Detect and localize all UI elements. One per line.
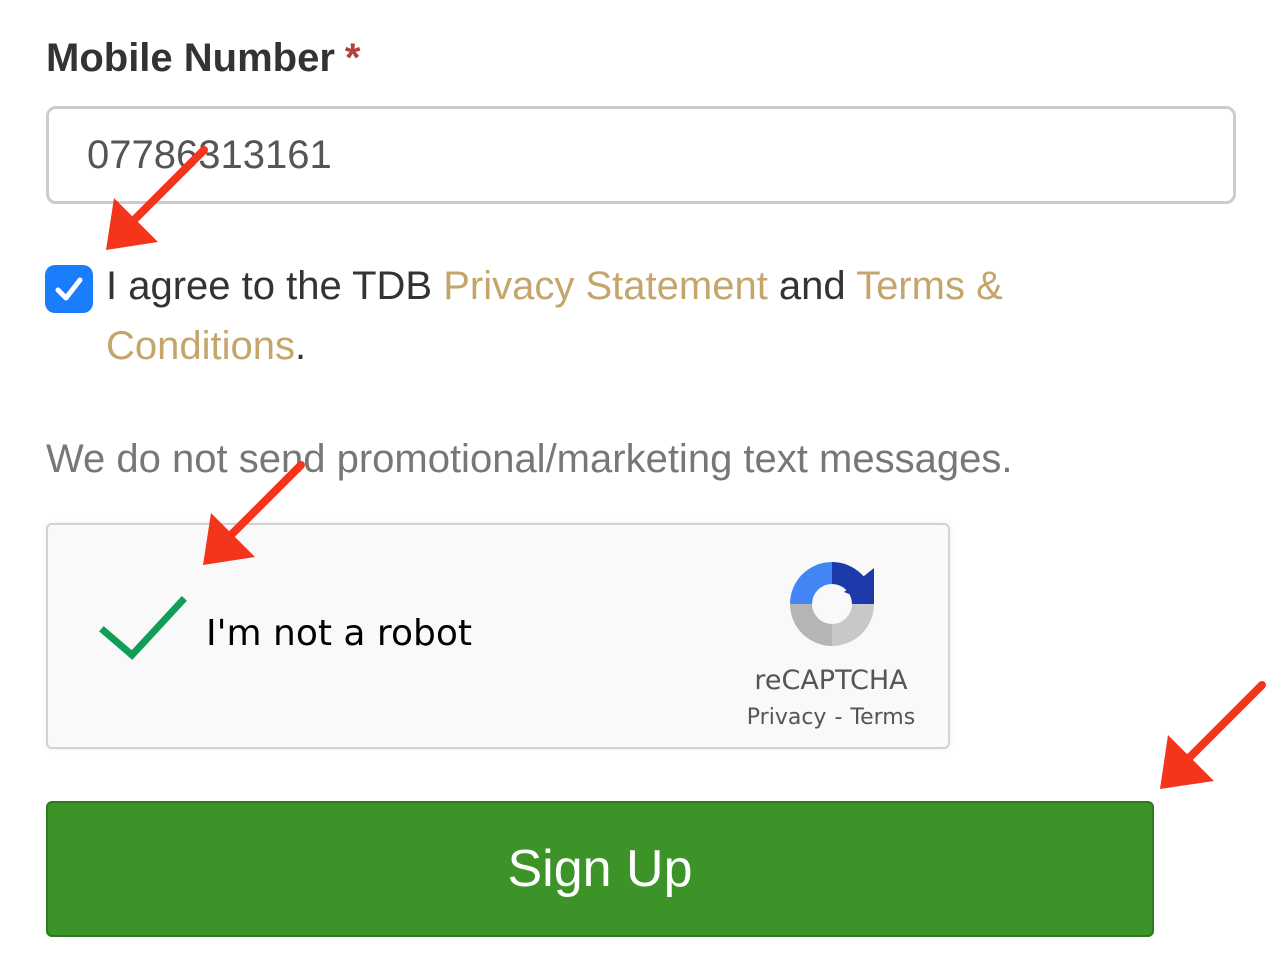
privacy-statement-link[interactable]: Privacy Statement	[443, 264, 768, 308]
red-arrow-icon	[1160, 681, 1266, 789]
recaptcha-widget: I'm not a robot reCAPTCHA Privacy - Terms	[46, 523, 950, 749]
recaptcha-privacy-link[interactable]: Privacy	[747, 705, 827, 730]
recaptcha-label: I'm not a robot	[206, 613, 472, 654]
mobile-number-label-text: Mobile Number	[46, 36, 335, 80]
recaptcha-links: Privacy - Terms	[708, 705, 954, 730]
green-checkmark-icon[interactable]	[98, 593, 188, 663]
required-asterisk: *	[344, 36, 361, 80]
sign-up-label: Sign Up	[507, 840, 693, 898]
agree-middle: and	[767, 264, 857, 308]
agree-text: I agree to the TDB Privacy Statement and…	[106, 256, 1106, 376]
marketing-note: We do not send promotional/marketing tex…	[46, 437, 1013, 481]
sign-up-button[interactable]: Sign Up	[46, 801, 1154, 937]
recaptcha-separator: -	[834, 705, 843, 730]
agree-prefix: I agree to the TDB	[106, 264, 444, 308]
agree-suffix: .	[295, 324, 307, 368]
recaptcha-brand: reCAPTCHA	[754, 665, 908, 696]
mobile-number-label: Mobile Number *	[46, 36, 360, 81]
checkmark-icon	[55, 277, 83, 301]
mobile-number-input[interactable]	[46, 106, 1236, 204]
recaptcha-terms-link[interactable]: Terms	[850, 705, 915, 730]
agree-checkbox[interactable]	[45, 265, 93, 313]
recaptcha-logo-icon	[790, 562, 874, 646]
